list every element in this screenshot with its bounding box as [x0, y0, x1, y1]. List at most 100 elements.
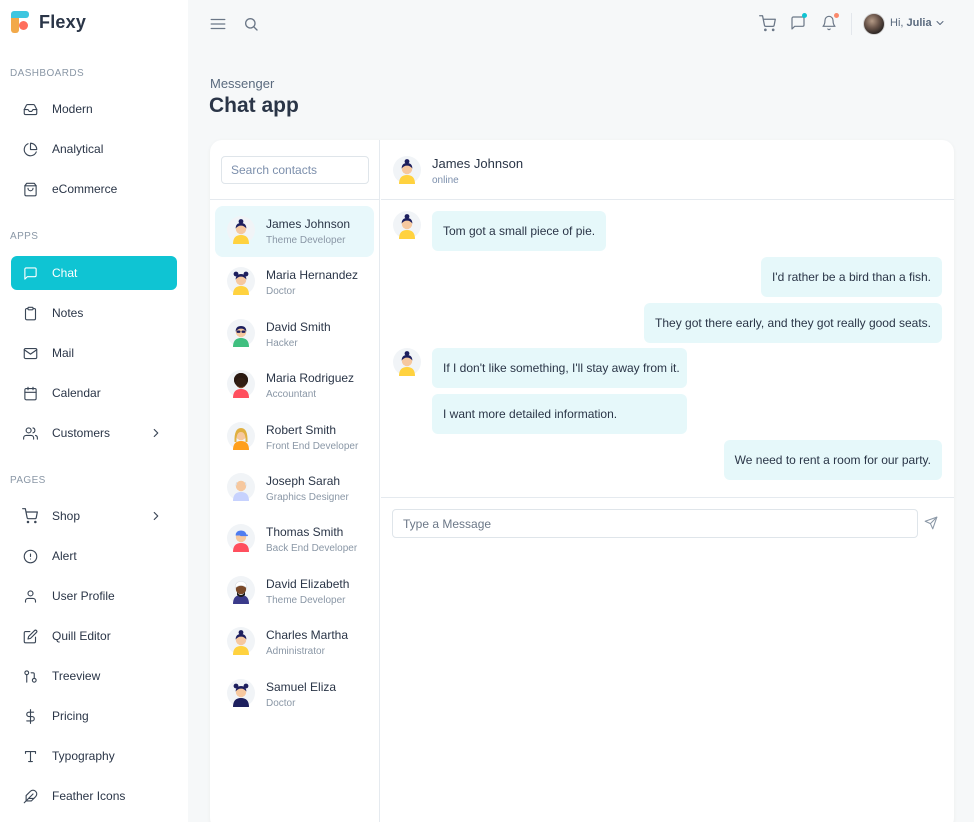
- contact-avatar: [227, 318, 255, 347]
- search-icon[interactable]: [243, 16, 261, 34]
- sidebar-item-modern[interactable]: Modern: [11, 92, 177, 126]
- message-bubble-sent: I'd rather be a bird than a fish.: [760, 257, 942, 297]
- contact-avatar: [227, 267, 255, 296]
- message-avatar: [393, 211, 421, 239]
- message-square-icon: [22, 265, 38, 281]
- contact-name: David Elizabeth: [266, 576, 350, 591]
- contact-avatar: [227, 524, 255, 553]
- sidebar-item-typography[interactable]: Typography: [11, 739, 177, 773]
- pie-chart-icon: [22, 141, 38, 157]
- contact-item[interactable]: Joseph Sarah Graphics Designer: [215, 463, 374, 514]
- search-contacts-input[interactable]: [221, 156, 369, 184]
- contact-item[interactable]: Charles Martha Administrator: [215, 617, 374, 668]
- sidebar-item-calendar[interactable]: Calendar: [11, 376, 177, 410]
- contact-name: Maria Rodriguez: [266, 371, 355, 386]
- contact-avatar: [227, 421, 255, 450]
- nav-section-apps: APPS: [10, 231, 39, 242]
- app-logo[interactable]: Flexy: [11, 10, 86, 34]
- contact-name: Robert Smith: [266, 422, 337, 437]
- nav-section-pages: PAGES: [10, 475, 46, 486]
- chat-pane: James Johnson online Tom got a small pie…: [381, 140, 954, 822]
- sidebar-item-user-profile[interactable]: User Profile: [11, 579, 177, 613]
- shopping-bag-icon: [22, 181, 38, 197]
- sidebar-item-pricing[interactable]: Pricing: [11, 699, 177, 733]
- edit-icon: [22, 628, 38, 644]
- contact-role: Front End Developer: [266, 440, 359, 452]
- contact-avatar: [227, 473, 255, 501]
- chevron-right-icon: [149, 426, 163, 440]
- contact-item[interactable]: David Elizabeth Theme Developer: [215, 566, 374, 617]
- contact-item[interactable]: David Smith Hacker: [215, 309, 374, 360]
- contact-item[interactable]: Thomas Smith Back End Developer: [215, 514, 374, 565]
- contact-role: Doctor: [266, 286, 296, 298]
- contact-item[interactable]: Maria Rodriguez Accountant: [215, 360, 374, 411]
- user-greeting[interactable]: Hi, Julia: [890, 17, 932, 29]
- sidebar-item-chat[interactable]: Chat: [11, 256, 177, 290]
- contacts-pane: James Johnson Theme Developer Maria Hernan…: [210, 140, 380, 822]
- sidebar-item-feather-icons[interactable]: Feather Icons: [11, 779, 177, 813]
- sidebar-item-mail[interactable]: Mail: [11, 336, 177, 370]
- sidebar-item-label: Analytical: [52, 142, 104, 156]
- contact-name: David Smith: [266, 319, 331, 334]
- sidebar-item-ecommerce[interactable]: eCommerce: [11, 172, 177, 206]
- greeting-text: Hi,: [890, 17, 904, 29]
- sidebar-item-label: Chat: [52, 266, 78, 280]
- sidebar: Flexy DASHBOARDS Modern Analytical eComm…: [0, 0, 188, 822]
- app-name: Flexy: [39, 11, 87, 32]
- contact-name: Charles Martha: [266, 628, 349, 643]
- send-icon[interactable]: [924, 516, 939, 531]
- contact-role: Graphics Designer: [266, 492, 349, 503]
- chat-card: James Johnson Theme Developer Maria Hernan…: [210, 140, 954, 822]
- sidebar-item-notes[interactable]: Notes: [11, 296, 177, 330]
- sidebar-item-shop[interactable]: Shop: [11, 499, 177, 533]
- message-avatar: [393, 348, 421, 376]
- contact-avatar: [227, 678, 255, 707]
- chevron-right-icon: [149, 509, 163, 523]
- sidebar-item-label: Alert: [52, 549, 77, 563]
- clipboard-icon: [22, 305, 38, 321]
- message-bubble-received: Tom got a small piece of pie.: [432, 211, 607, 251]
- sidebar-item-label: eCommerce: [52, 182, 118, 196]
- user-icon: [22, 588, 38, 604]
- user-name: Julia: [906, 17, 932, 29]
- sidebar-item-label: Notes: [52, 306, 84, 320]
- sidebar-item-label: Mail: [52, 346, 75, 360]
- contact-avatar: [227, 575, 255, 604]
- contact-name: Joseph Sarah: [266, 474, 341, 488]
- contact-item[interactable]: James Johnson Theme Developer: [215, 206, 374, 257]
- dollar-sign-icon: [22, 708, 38, 724]
- nav-section-dashboards: DASHBOARDS: [10, 68, 85, 79]
- message-bubble-received: If I don't like something, I'll stay awa…: [432, 348, 687, 388]
- contact-item[interactable]: Maria Hernandez Doctor: [215, 257, 374, 308]
- contact-role: Accountant: [266, 389, 317, 401]
- message-notification-dot: [802, 13, 807, 18]
- contact-name: Thomas Smith: [266, 525, 344, 540]
- sidebar-item-analytical[interactable]: Analytical: [11, 132, 177, 166]
- contact-role: Back End Developer: [266, 543, 358, 555]
- shopping-cart-icon: [22, 508, 38, 524]
- contact-role: Theme Developer: [266, 594, 346, 606]
- sidebar-item-label: Treeview: [52, 669, 101, 683]
- contact-role: Theme Developer: [266, 235, 346, 246]
- menu-icon[interactable]: [209, 15, 227, 33]
- contact-item[interactable]: Robert Smith Front End Developer: [215, 412, 374, 463]
- sidebar-item-label: Customers: [52, 426, 111, 440]
- page-title: Chat app: [209, 94, 299, 117]
- chevron-down-icon[interactable]: [934, 17, 946, 29]
- topbar-divider: [851, 13, 852, 35]
- sidebar-item-quill-editor[interactable]: Quill Editor: [11, 619, 177, 653]
- contact-item[interactable]: Samuel Eliza Doctor: [215, 669, 374, 720]
- sidebar-item-customers[interactable]: Customers: [11, 416, 177, 450]
- inbox-icon: [22, 101, 38, 117]
- type-icon: [22, 748, 38, 764]
- divider: [381, 199, 954, 200]
- contact-name: Maria Hernandez: [266, 268, 359, 283]
- sidebar-item-label: Typography: [52, 749, 115, 763]
- users-icon: [22, 425, 38, 441]
- sidebar-item-treeview[interactable]: Treeview: [11, 659, 177, 693]
- divider: [381, 497, 954, 498]
- sidebar-item-alert[interactable]: Alert: [11, 539, 177, 573]
- user-avatar[interactable]: [863, 13, 885, 35]
- message-input[interactable]: [392, 509, 918, 538]
- shopping-cart-icon[interactable]: [759, 15, 777, 33]
